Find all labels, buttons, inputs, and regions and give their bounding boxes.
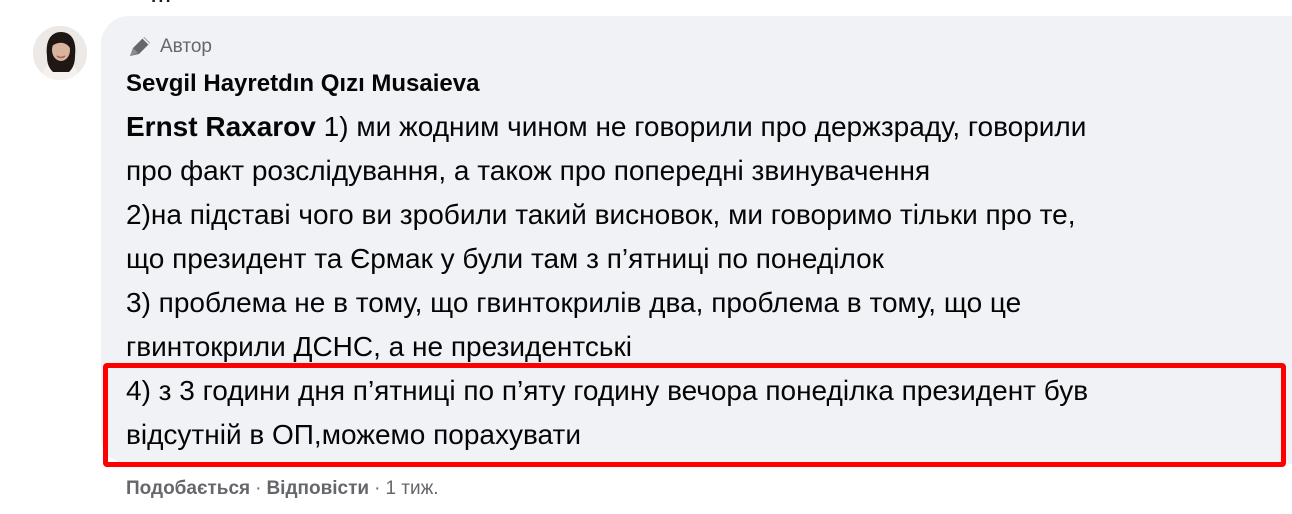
comment-line: 2)на підставі чого ви зробили такий висн… [126, 199, 1076, 230]
separator: · [255, 478, 262, 499]
reply-button[interactable]: Відповісти [266, 478, 369, 499]
comment-line: 4) з 3 години дня п’ятниці по п’яту годи… [126, 375, 1089, 406]
like-button[interactable]: Подобається [126, 478, 250, 499]
pencil-microphone-icon [126, 34, 154, 60]
timestamp[interactable]: 1 тиж. [385, 478, 438, 499]
comment-line: Ernst Raxarov 1) ми жодним чином не гово… [126, 111, 1087, 142]
author-badge: Автор [126, 34, 212, 60]
comment-actions: Подобається · Відповісти · 1 тиж. [126, 478, 439, 500]
comment-line: про факт розслідування, а також про попе… [126, 155, 931, 186]
previous-content-cutoff: ... [150, 0, 390, 4]
comment-line: 3) проблема не в тому, що гвинтокрилів д… [126, 287, 1022, 318]
comment-line: відсутній в ОП,можемо порахувати [126, 419, 581, 450]
author-name-link[interactable]: Sevgil Hayretdın Qızı Musaieva [126, 70, 479, 98]
separator: · [374, 478, 381, 499]
comment-text: Ernst Raxarov 1) ми жодним чином не гово… [126, 105, 1276, 457]
avatar[interactable] [33, 26, 87, 80]
mention-link[interactable]: Ernst Raxarov [126, 111, 316, 142]
author-badge-label: Автор [160, 36, 212, 57]
comment-line: гвинтокрили ДСНС, а не президентські [126, 331, 632, 362]
comment-screenshot: ... Автор Sevgil Hayretdın Qızı Musaieva… [0, 0, 1292, 514]
comment-line: що президент та Єрмак у були там з п’ятн… [126, 243, 884, 274]
